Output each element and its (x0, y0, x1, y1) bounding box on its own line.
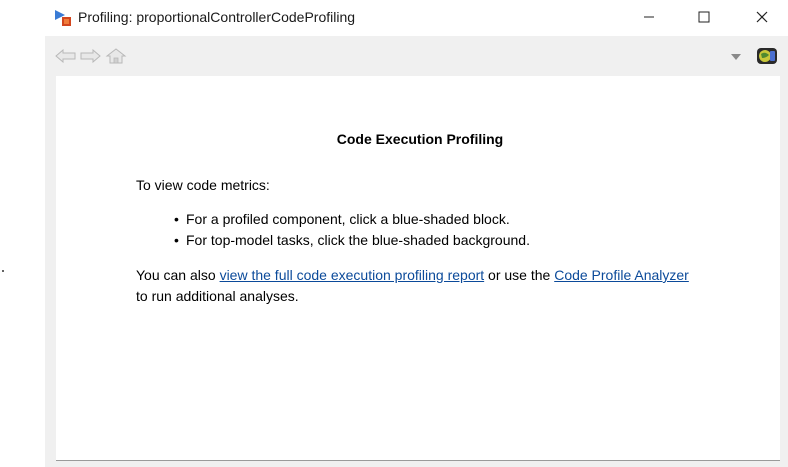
paragraph-text: to run additional analyses. (136, 288, 299, 304)
paragraph-text: You can also (136, 267, 220, 283)
back-arrow-icon (55, 49, 76, 63)
window-title: Profiling: proportionalControllerCodePro… (78, 9, 356, 25)
home-button[interactable] (105, 47, 127, 65)
title-bar: Profiling: proportionalControllerCodePro… (45, 0, 788, 36)
intro-text: To view code metrics: (136, 177, 270, 193)
bullet-icon: • (174, 232, 179, 248)
minimize-button[interactable] (620, 0, 678, 34)
options-dropdown-button[interactable] (729, 50, 743, 62)
home-icon (105, 48, 127, 64)
list-item-text: For top-model tasks, click the blue-shad… (186, 232, 530, 248)
minimize-icon (644, 16, 654, 18)
code-profile-analyzer-link[interactable]: Code Profile Analyzer (554, 267, 689, 283)
report-content-pane: Code Execution Profiling To view code me… (56, 76, 780, 461)
paragraph-text: or use the (484, 267, 555, 283)
toolbar (45, 36, 788, 76)
list-item: • For top-model tasks, click the blue-sh… (174, 230, 530, 251)
open-in-browser-button[interactable] (755, 45, 779, 67)
full-report-link[interactable]: view the full code execution profiling r… (220, 267, 485, 283)
instruction-list: • For a profiled component, click a blue… (174, 209, 530, 251)
info-paragraph: You can also view the full code executio… (136, 265, 696, 307)
close-button[interactable] (733, 0, 788, 34)
profiling-window: Profiling: proportionalControllerCodePro… (45, 0, 788, 467)
maximize-button[interactable] (675, 0, 733, 34)
forward-button[interactable] (79, 47, 101, 65)
stray-dot (2, 270, 4, 272)
close-icon (756, 11, 768, 23)
list-item: • For a profiled component, click a blue… (174, 209, 530, 230)
bullet-icon: • (174, 211, 179, 227)
maximize-icon (698, 11, 710, 23)
back-button[interactable] (55, 47, 77, 65)
forward-arrow-icon (80, 49, 101, 63)
simulink-app-icon (53, 8, 73, 28)
globe-icon (757, 48, 777, 64)
list-item-text: For a profiled component, click a blue-s… (186, 211, 510, 227)
page-heading: Code Execution Profiling (336, 131, 504, 147)
dropdown-arrow-icon (731, 54, 741, 60)
